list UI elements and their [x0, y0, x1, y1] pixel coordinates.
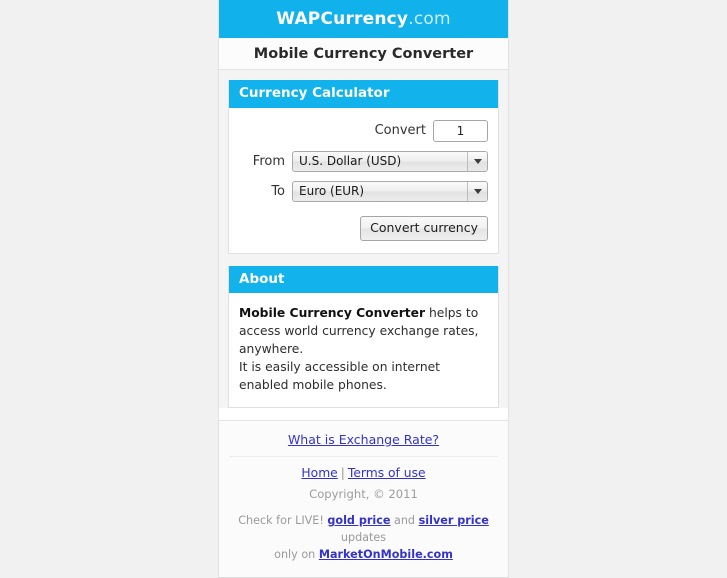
amount-row: Convert [239, 119, 488, 142]
terms-of-use-link[interactable]: Terms of use [348, 466, 426, 480]
home-link[interactable]: Home [301, 466, 337, 480]
site-masthead: WAPCurrency.com [219, 0, 508, 38]
gold-price-link[interactable]: gold price [327, 514, 390, 527]
convert-currency-button[interactable]: Convert currency [360, 215, 488, 241]
about-text: Mobile Currency Converter helps to acces… [239, 305, 488, 395]
page-container: WAPCurrency.com Mobile Currency Converte… [218, 0, 509, 578]
currency-calculator-body: Convert From U.S. Dollar (USD) To Euro (… [229, 108, 498, 253]
about-heading: About [229, 265, 498, 294]
from-currency-row: From U.S. Dollar (USD) [239, 150, 488, 172]
currency-calculator-heading: Currency Calculator [229, 80, 498, 108]
about-body-2: It is easily accessible on internet enab… [239, 360, 441, 393]
site-logo: WAPCurrency.com [276, 8, 451, 29]
copyright-text: Copyright, © 2011 [309, 487, 418, 502]
amount-label: Convert [374, 123, 426, 139]
footer-link-separator: | [340, 466, 345, 481]
page-title: Mobile Currency Converter [253, 45, 474, 62]
panels-region: Currency Calculator Convert From U.S. Do… [219, 70, 508, 409]
chevron-down-icon[interactable] [467, 181, 487, 201]
silver-price-link[interactable]: silver price [419, 514, 489, 527]
footer-promo: Check for LIVE! gold price and silver pr… [229, 513, 498, 563]
about-lead: Mobile Currency Converter [239, 306, 426, 321]
site-logo-brand: WAPCurrency [276, 8, 409, 29]
promo-only-on: only on [274, 547, 316, 561]
site-subtitle-bar: Mobile Currency Converter [219, 38, 508, 70]
market-on-mobile-link[interactable]: MarketOnMobile.com [319, 548, 453, 561]
amount-input[interactable] [433, 119, 488, 142]
from-currency-select[interactable]: U.S. Dollar (USD) [292, 150, 488, 172]
to-currency-label: To [271, 183, 285, 199]
site-logo-tld: .com [408, 8, 451, 29]
to-currency-select[interactable]: Euro (EUR) [292, 180, 488, 202]
about-panel: About Mobile Currency Converter helps to… [228, 265, 499, 409]
what-is-exchange-rate-link[interactable]: What is Exchange Rate? [288, 432, 439, 447]
footer-link-row: Home | Terms of use [229, 457, 498, 480]
footer-primary-link-row: What is Exchange Rate? [229, 432, 498, 458]
about-body: Mobile Currency Converter helps to acces… [229, 293, 498, 407]
to-currency-row: To Euro (EUR) [239, 180, 488, 202]
from-currency-label: From [252, 153, 285, 169]
submit-row: Convert currency [239, 215, 488, 241]
promo-suffix: updates [340, 531, 387, 544]
promo-prefix: Check for LIVE! [238, 514, 324, 528]
chevron-down-icon[interactable] [467, 151, 487, 171]
promo-and: and [393, 514, 416, 528]
currency-calculator-panel: Currency Calculator Convert From U.S. Do… [228, 80, 499, 254]
site-footer: What is Exchange Rate? Home | Terms of use… [219, 420, 508, 577]
from-currency-value: U.S. Dollar (USD) [299, 154, 402, 169]
to-currency-value: Euro (EUR) [299, 184, 365, 199]
